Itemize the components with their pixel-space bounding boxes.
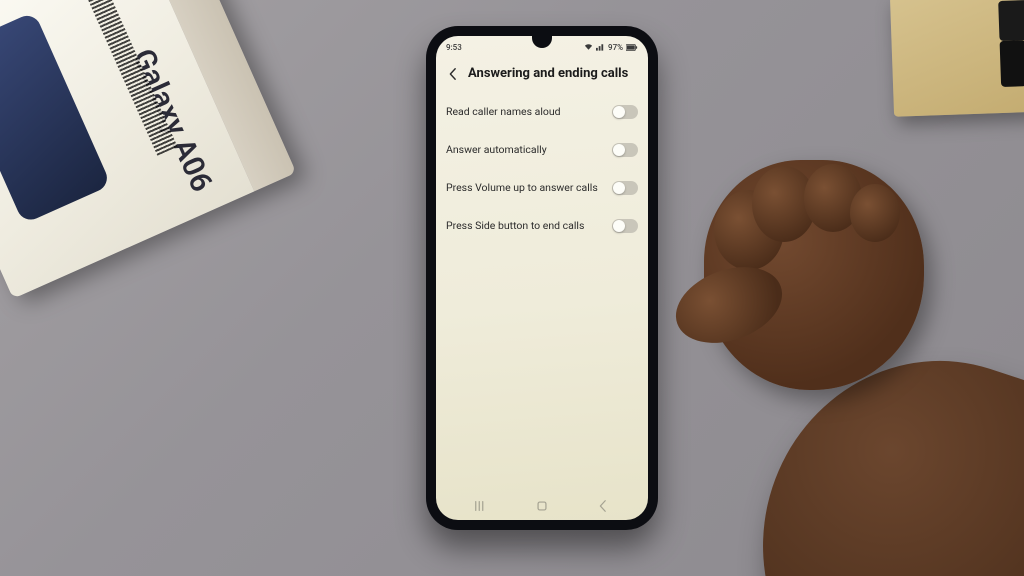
toggle-read-caller-names[interactable] (612, 105, 638, 119)
nav-back-icon[interactable] (596, 499, 610, 513)
status-right: 97% (584, 43, 638, 52)
wooden-block (890, 0, 1024, 117)
setting-volume-up-answer[interactable]: Press Volume up to answer calls (446, 169, 638, 207)
setting-label: Press Volume up to answer calls (446, 182, 604, 195)
product-box-phone-art (0, 11, 111, 224)
status-time: 9:53 (446, 43, 462, 52)
photo-scene: SAMSUNG Galaxy A06 9:53 97% (0, 0, 1024, 576)
toggle-answer-automatically[interactable] (612, 143, 638, 157)
battery-icon (626, 44, 638, 51)
toggle-side-button-end[interactable] (612, 219, 638, 233)
product-box: SAMSUNG Galaxy A06 (0, 0, 296, 299)
settings-header: Answering and ending calls (436, 56, 648, 93)
toggle-volume-up-answer[interactable] (612, 181, 638, 195)
setting-side-button-end[interactable]: Press Side button to end calls (446, 207, 638, 245)
setting-label: Press Side button to end calls (446, 220, 604, 233)
settings-list: Read caller names aloud Answer automatic… (436, 93, 648, 245)
human-hand (644, 100, 1024, 576)
status-battery-text: 97% (608, 43, 623, 52)
setting-answer-automatically[interactable]: Answer automatically (446, 131, 638, 169)
nav-home-icon[interactable] (535, 499, 549, 513)
setting-label: Answer automatically (446, 144, 604, 157)
signal-icon (596, 43, 605, 51)
setting-read-caller-names[interactable]: Read caller names aloud (446, 93, 638, 131)
phone-device: 9:53 97% Answering and ending calls Read… (426, 26, 658, 530)
phone-screen: 9:53 97% Answering and ending calls Read… (436, 36, 648, 520)
page-title: Answering and ending calls (468, 66, 628, 81)
android-navbar (436, 492, 648, 520)
nav-recents-icon[interactable] (474, 499, 488, 513)
setting-label: Read caller names aloud (446, 106, 604, 119)
wifi-icon (584, 43, 593, 51)
back-icon[interactable] (446, 67, 460, 81)
